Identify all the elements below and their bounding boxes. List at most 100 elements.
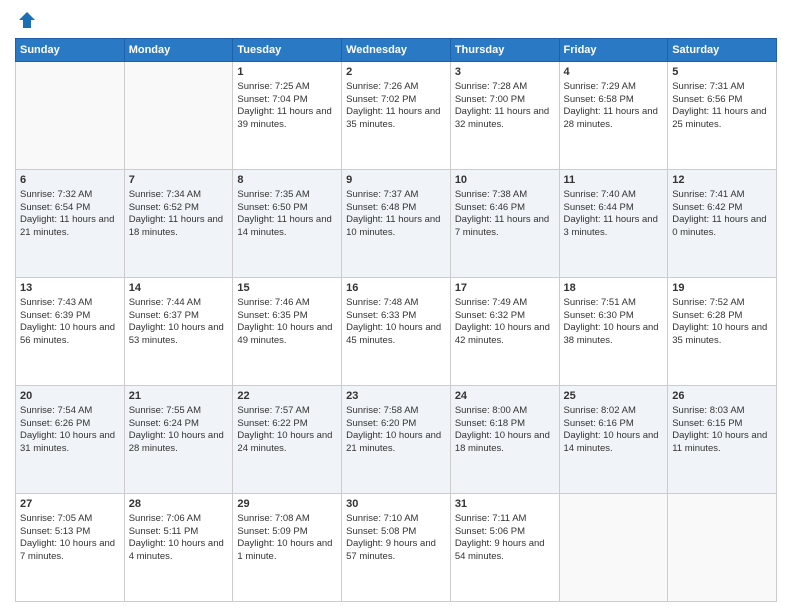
calendar-cell: 6Sunrise: 7:32 AMSunset: 6:54 PMDaylight…: [16, 170, 125, 278]
day-number: 14: [129, 281, 229, 296]
calendar-week-row: 1Sunrise: 7:25 AMSunset: 7:04 PMDaylight…: [16, 62, 777, 170]
day-number: 23: [346, 389, 446, 404]
day-info: Sunrise: 7:31 AMSunset: 6:56 PMDaylight:…: [672, 81, 766, 130]
day-number: 30: [346, 497, 446, 512]
day-number: 1: [237, 65, 337, 80]
day-info: Sunrise: 8:00 AMSunset: 6:18 PMDaylight:…: [455, 405, 550, 454]
calendar-cell: 20Sunrise: 7:54 AMSunset: 6:26 PMDayligh…: [16, 386, 125, 494]
calendar-cell: [668, 494, 777, 602]
logo-icon: [17, 10, 37, 30]
day-info: Sunrise: 7:29 AMSunset: 6:58 PMDaylight:…: [564, 81, 658, 130]
day-info: Sunrise: 7:43 AMSunset: 6:39 PMDaylight:…: [20, 297, 115, 346]
calendar-week-row: 13Sunrise: 7:43 AMSunset: 6:39 PMDayligh…: [16, 278, 777, 386]
day-number: 10: [455, 173, 555, 188]
day-info: Sunrise: 7:54 AMSunset: 6:26 PMDaylight:…: [20, 405, 115, 454]
day-info: Sunrise: 8:02 AMSunset: 6:16 PMDaylight:…: [564, 405, 659, 454]
calendar-cell: 8Sunrise: 7:35 AMSunset: 6:50 PMDaylight…: [233, 170, 342, 278]
day-number: 19: [672, 281, 772, 296]
calendar-cell: 28Sunrise: 7:06 AMSunset: 5:11 PMDayligh…: [124, 494, 233, 602]
calendar-cell: [16, 62, 125, 170]
day-number: 16: [346, 281, 446, 296]
day-info: Sunrise: 7:32 AMSunset: 6:54 PMDaylight:…: [20, 189, 114, 238]
day-info: Sunrise: 7:49 AMSunset: 6:32 PMDaylight:…: [455, 297, 550, 346]
day-of-week-header: Friday: [559, 39, 668, 62]
day-info: Sunrise: 7:08 AMSunset: 5:09 PMDaylight:…: [237, 513, 332, 562]
calendar-cell: [124, 62, 233, 170]
calendar-cell: 4Sunrise: 7:29 AMSunset: 6:58 PMDaylight…: [559, 62, 668, 170]
header: [15, 10, 777, 30]
day-number: 28: [129, 497, 229, 512]
day-info: Sunrise: 7:28 AMSunset: 7:00 PMDaylight:…: [455, 81, 549, 130]
calendar-cell: 10Sunrise: 7:38 AMSunset: 6:46 PMDayligh…: [450, 170, 559, 278]
calendar-cell: 3Sunrise: 7:28 AMSunset: 7:00 PMDaylight…: [450, 62, 559, 170]
calendar-cell: 29Sunrise: 7:08 AMSunset: 5:09 PMDayligh…: [233, 494, 342, 602]
day-info: Sunrise: 7:51 AMSunset: 6:30 PMDaylight:…: [564, 297, 659, 346]
day-info: Sunrise: 7:58 AMSunset: 6:20 PMDaylight:…: [346, 405, 441, 454]
day-info: Sunrise: 7:44 AMSunset: 6:37 PMDaylight:…: [129, 297, 224, 346]
day-info: Sunrise: 7:46 AMSunset: 6:35 PMDaylight:…: [237, 297, 332, 346]
calendar-cell: 24Sunrise: 8:00 AMSunset: 6:18 PMDayligh…: [450, 386, 559, 494]
day-number: 3: [455, 65, 555, 80]
day-of-week-header: Sunday: [16, 39, 125, 62]
day-info: Sunrise: 7:10 AMSunset: 5:08 PMDaylight:…: [346, 513, 436, 562]
day-info: Sunrise: 7:34 AMSunset: 6:52 PMDaylight:…: [129, 189, 223, 238]
calendar-cell: 7Sunrise: 7:34 AMSunset: 6:52 PMDaylight…: [124, 170, 233, 278]
day-info: Sunrise: 7:25 AMSunset: 7:04 PMDaylight:…: [237, 81, 331, 130]
day-number: 12: [672, 173, 772, 188]
day-info: Sunrise: 7:41 AMSunset: 6:42 PMDaylight:…: [672, 189, 766, 238]
calendar-week-row: 27Sunrise: 7:05 AMSunset: 5:13 PMDayligh…: [16, 494, 777, 602]
calendar-cell: 27Sunrise: 7:05 AMSunset: 5:13 PMDayligh…: [16, 494, 125, 602]
day-number: 2: [346, 65, 446, 80]
day-info: Sunrise: 8:03 AMSunset: 6:15 PMDaylight:…: [672, 405, 767, 454]
calendar-cell: 16Sunrise: 7:48 AMSunset: 6:33 PMDayligh…: [342, 278, 451, 386]
day-info: Sunrise: 7:57 AMSunset: 6:22 PMDaylight:…: [237, 405, 332, 454]
day-info: Sunrise: 7:06 AMSunset: 5:11 PMDaylight:…: [129, 513, 224, 562]
day-info: Sunrise: 7:38 AMSunset: 6:46 PMDaylight:…: [455, 189, 549, 238]
calendar-cell: 9Sunrise: 7:37 AMSunset: 6:48 PMDaylight…: [342, 170, 451, 278]
calendar-cell: 30Sunrise: 7:10 AMSunset: 5:08 PMDayligh…: [342, 494, 451, 602]
day-number: 13: [20, 281, 120, 296]
calendar-cell: 21Sunrise: 7:55 AMSunset: 6:24 PMDayligh…: [124, 386, 233, 494]
day-info: Sunrise: 7:05 AMSunset: 5:13 PMDaylight:…: [20, 513, 115, 562]
day-number: 31: [455, 497, 555, 512]
calendar-cell: 15Sunrise: 7:46 AMSunset: 6:35 PMDayligh…: [233, 278, 342, 386]
day-info: Sunrise: 7:35 AMSunset: 6:50 PMDaylight:…: [237, 189, 331, 238]
calendar-cell: [559, 494, 668, 602]
calendar-cell: 14Sunrise: 7:44 AMSunset: 6:37 PMDayligh…: [124, 278, 233, 386]
day-number: 22: [237, 389, 337, 404]
day-of-week-header: Wednesday: [342, 39, 451, 62]
calendar-cell: 2Sunrise: 7:26 AMSunset: 7:02 PMDaylight…: [342, 62, 451, 170]
calendar-cell: 17Sunrise: 7:49 AMSunset: 6:32 PMDayligh…: [450, 278, 559, 386]
calendar-cell: 13Sunrise: 7:43 AMSunset: 6:39 PMDayligh…: [16, 278, 125, 386]
calendar-cell: 1Sunrise: 7:25 AMSunset: 7:04 PMDaylight…: [233, 62, 342, 170]
day-of-week-header: Monday: [124, 39, 233, 62]
calendar-cell: 19Sunrise: 7:52 AMSunset: 6:28 PMDayligh…: [668, 278, 777, 386]
day-number: 5: [672, 65, 772, 80]
day-number: 8: [237, 173, 337, 188]
calendar-header-row: SundayMondayTuesdayWednesdayThursdayFrid…: [16, 39, 777, 62]
calendar-week-row: 20Sunrise: 7:54 AMSunset: 6:26 PMDayligh…: [16, 386, 777, 494]
day-number: 25: [564, 389, 664, 404]
day-of-week-header: Thursday: [450, 39, 559, 62]
calendar-cell: 18Sunrise: 7:51 AMSunset: 6:30 PMDayligh…: [559, 278, 668, 386]
day-number: 7: [129, 173, 229, 188]
calendar-cell: 11Sunrise: 7:40 AMSunset: 6:44 PMDayligh…: [559, 170, 668, 278]
day-info: Sunrise: 7:37 AMSunset: 6:48 PMDaylight:…: [346, 189, 440, 238]
day-info: Sunrise: 7:52 AMSunset: 6:28 PMDaylight:…: [672, 297, 767, 346]
day-number: 27: [20, 497, 120, 512]
calendar-cell: 22Sunrise: 7:57 AMSunset: 6:22 PMDayligh…: [233, 386, 342, 494]
day-info: Sunrise: 7:26 AMSunset: 7:02 PMDaylight:…: [346, 81, 440, 130]
day-info: Sunrise: 7:40 AMSunset: 6:44 PMDaylight:…: [564, 189, 658, 238]
day-number: 6: [20, 173, 120, 188]
calendar: SundayMondayTuesdayWednesdayThursdayFrid…: [15, 38, 777, 602]
day-of-week-header: Tuesday: [233, 39, 342, 62]
day-number: 18: [564, 281, 664, 296]
calendar-cell: 25Sunrise: 8:02 AMSunset: 6:16 PMDayligh…: [559, 386, 668, 494]
day-number: 26: [672, 389, 772, 404]
day-info: Sunrise: 7:11 AMSunset: 5:06 PMDaylight:…: [455, 513, 545, 562]
calendar-week-row: 6Sunrise: 7:32 AMSunset: 6:54 PMDaylight…: [16, 170, 777, 278]
logo: [15, 10, 37, 30]
day-number: 15: [237, 281, 337, 296]
day-number: 4: [564, 65, 664, 80]
day-number: 17: [455, 281, 555, 296]
